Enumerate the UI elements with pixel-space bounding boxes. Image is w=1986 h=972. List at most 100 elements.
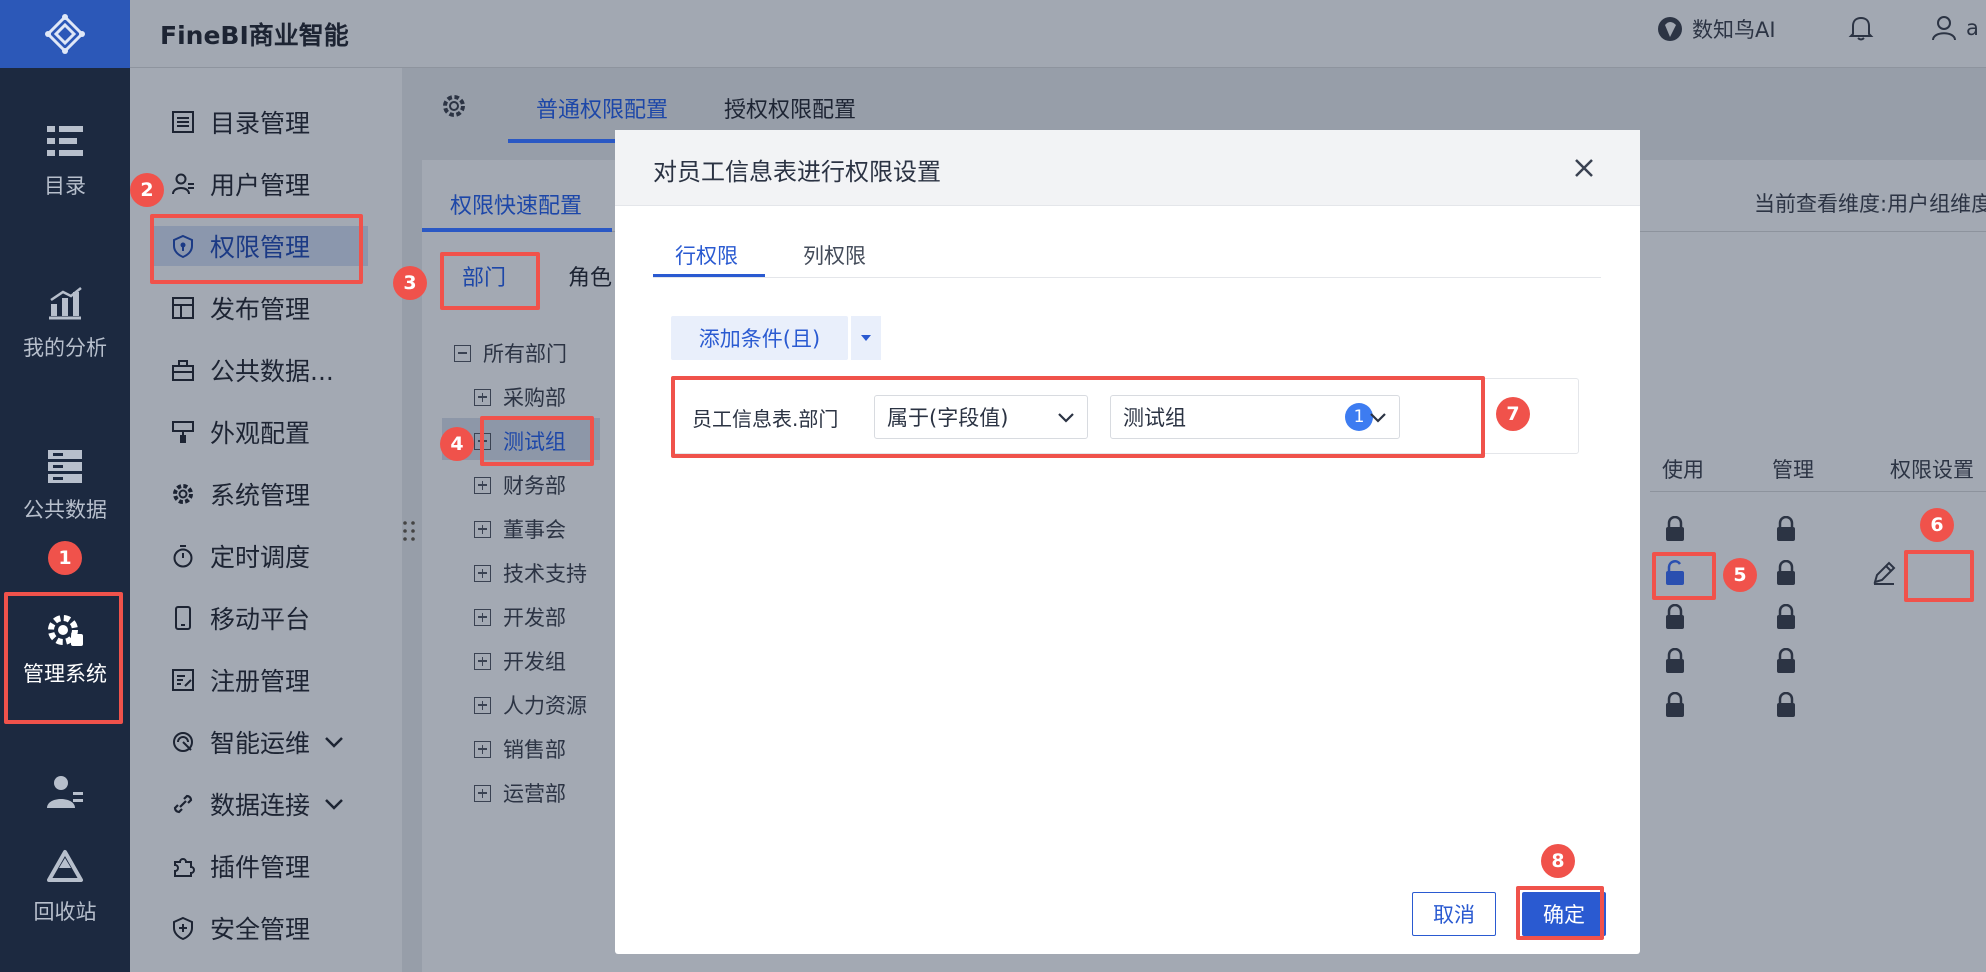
subnav-public-data[interactable]: 公共数据... — [170, 350, 334, 390]
subnav-registration[interactable]: 注册管理 — [170, 660, 310, 700]
lock-icon[interactable] — [1663, 648, 1687, 674]
lock-icon[interactable] — [1663, 604, 1687, 630]
tree-item[interactable]: 财务部 — [474, 470, 566, 500]
subnav-security-management[interactable]: 安全管理 — [170, 908, 310, 948]
highlight-unlock — [1652, 552, 1716, 600]
tab-normal-permission[interactable]: 普通权限配置 — [536, 92, 668, 124]
expand-icon[interactable] — [474, 564, 491, 582]
subnav-label: 外观配置 — [210, 419, 311, 448]
callout-badge: 2 — [130, 173, 164, 207]
tree-item[interactable]: 技术支持 — [474, 558, 587, 588]
ai-assistant-label: 数知鸟AI — [1692, 18, 1776, 42]
subnav-plugin-management[interactable]: 插件管理 — [170, 846, 310, 886]
lock-icon[interactable] — [1663, 692, 1687, 718]
table-header: 使用 管理 权限设置 — [1650, 442, 1986, 492]
subnav-appearance[interactable]: 外观配置 — [170, 412, 310, 452]
logo[interactable] — [0, 0, 130, 68]
settings-gear-icon[interactable] — [440, 92, 468, 120]
callout-badge: 4 — [440, 427, 474, 461]
tab-column-permission[interactable]: 列权限 — [803, 240, 866, 270]
highlight-confirm — [1516, 886, 1604, 940]
logo-icon — [45, 14, 85, 54]
expand-icon[interactable] — [474, 608, 491, 626]
tree-item[interactable]: 开发组 — [474, 646, 566, 676]
dialog-title: 对员工信息表进行权限设置 — [653, 158, 941, 186]
nav-catalog[interactable]: 目录 — [0, 122, 130, 200]
tree-item-label: 采购部 — [503, 386, 566, 410]
lock-icon[interactable] — [1774, 648, 1798, 674]
tree-item[interactable]: 运营部 — [474, 778, 566, 808]
lock-icon[interactable] — [1774, 516, 1798, 542]
highlight-admin-system — [4, 592, 123, 724]
nav-public-data[interactable]: 公共数据 — [0, 446, 130, 524]
subtab-role[interactable]: 角色 — [568, 260, 612, 292]
lock-icon[interactable] — [1774, 604, 1798, 630]
chevron-down-icon — [325, 799, 343, 810]
tree-item[interactable]: 董事会 — [474, 514, 566, 544]
callout-badge: 3 — [393, 266, 427, 300]
subnav-label: 目录管理 — [210, 109, 311, 138]
brush-icon — [170, 419, 196, 445]
chevron-down-icon — [325, 737, 343, 748]
add-condition-dropdown[interactable] — [851, 316, 881, 360]
bird-icon — [1658, 17, 1682, 41]
expand-icon[interactable] — [474, 388, 491, 406]
add-condition-button[interactable]: 添加条件(且) — [671, 316, 848, 360]
subnav-user-management[interactable]: 用户管理 — [170, 164, 310, 204]
nav-recycle-bin[interactable]: 回收站 — [0, 848, 130, 926]
expand-icon[interactable] — [474, 520, 491, 538]
subnav-label: 公共数据... — [210, 357, 334, 386]
dialog-tab-indicator — [653, 274, 765, 277]
subnav-data-connection[interactable]: 数据连接 — [170, 784, 344, 824]
subnav-label: 系统管理 — [210, 481, 311, 510]
timer-icon — [170, 543, 196, 569]
subnav-publish-management[interactable]: 发布管理 — [170, 288, 310, 328]
edit-icon[interactable] — [1870, 559, 1898, 587]
drag-handle-icon[interactable] — [400, 518, 418, 544]
permission-dialog: 对员工信息表进行权限设置 行权限 列权限 添加条件(且) 员工信息表.部门 属于… — [615, 130, 1640, 954]
subnav-label: 注册管理 — [210, 667, 311, 696]
subnav-catalog-management[interactable]: 目录管理 — [170, 102, 310, 142]
lock-icon[interactable] — [1774, 560, 1798, 586]
tree-root[interactable]: 所有部门 — [454, 338, 567, 368]
dialog-tabs: 行权限 列权限 — [653, 230, 1601, 278]
tab-quick-config[interactable]: 权限快速配置 — [450, 188, 582, 220]
callout-badge: 6 — [1920, 508, 1954, 542]
nav-my-analysis[interactable]: 我的分析 — [0, 284, 130, 362]
tree-item[interactable]: 销售部 — [474, 734, 566, 764]
lock-icon[interactable] — [1774, 692, 1798, 718]
user-menu[interactable]: a — [1930, 14, 1979, 42]
highlight-edit — [1904, 550, 1974, 602]
publish-icon — [170, 295, 196, 321]
database-icon — [170, 357, 196, 383]
callout-badge: 7 — [1496, 397, 1530, 431]
subnav-scheduler[interactable]: 定时调度 — [170, 536, 310, 576]
tab-row-permission[interactable]: 行权限 — [675, 240, 738, 270]
subnav-label: 插件管理 — [210, 853, 311, 882]
expand-icon[interactable] — [474, 476, 491, 494]
subnav-label: 智能运维 — [210, 729, 311, 758]
user-admin-icon — [47, 776, 83, 808]
ai-assistant[interactable]: 数知鸟AI — [1656, 14, 1776, 44]
tree-item[interactable]: 采购部 — [474, 382, 566, 412]
close-icon[interactable] — [1570, 154, 1598, 182]
tree-item-label: 董事会 — [503, 518, 566, 542]
nav-user-admin[interactable] — [0, 772, 130, 820]
user-initial: a — [1966, 16, 1979, 40]
subnav-label: 发布管理 — [210, 295, 311, 324]
tree-item[interactable]: 开发部 — [474, 602, 566, 632]
nav-catalog-label: 目录 — [44, 174, 86, 198]
tab-grant-permission[interactable]: 授权权限配置 — [724, 92, 856, 124]
subnav-smart-ops[interactable]: 智能运维 — [170, 722, 344, 762]
expand-icon[interactable] — [474, 696, 491, 714]
expand-icon[interactable] — [474, 784, 491, 802]
tree-item[interactable]: 人力资源 — [474, 690, 587, 720]
expand-icon[interactable] — [474, 740, 491, 758]
subnav-mobile-platform[interactable]: 移动平台 — [170, 598, 310, 638]
cancel-button[interactable]: 取消 — [1412, 892, 1496, 936]
notification-button[interactable] — [1848, 14, 1874, 42]
subnav-system-management[interactable]: 系统管理 — [170, 474, 310, 514]
collapse-icon[interactable] — [454, 344, 471, 362]
expand-icon[interactable] — [474, 652, 491, 670]
lock-icon[interactable] — [1663, 516, 1687, 542]
